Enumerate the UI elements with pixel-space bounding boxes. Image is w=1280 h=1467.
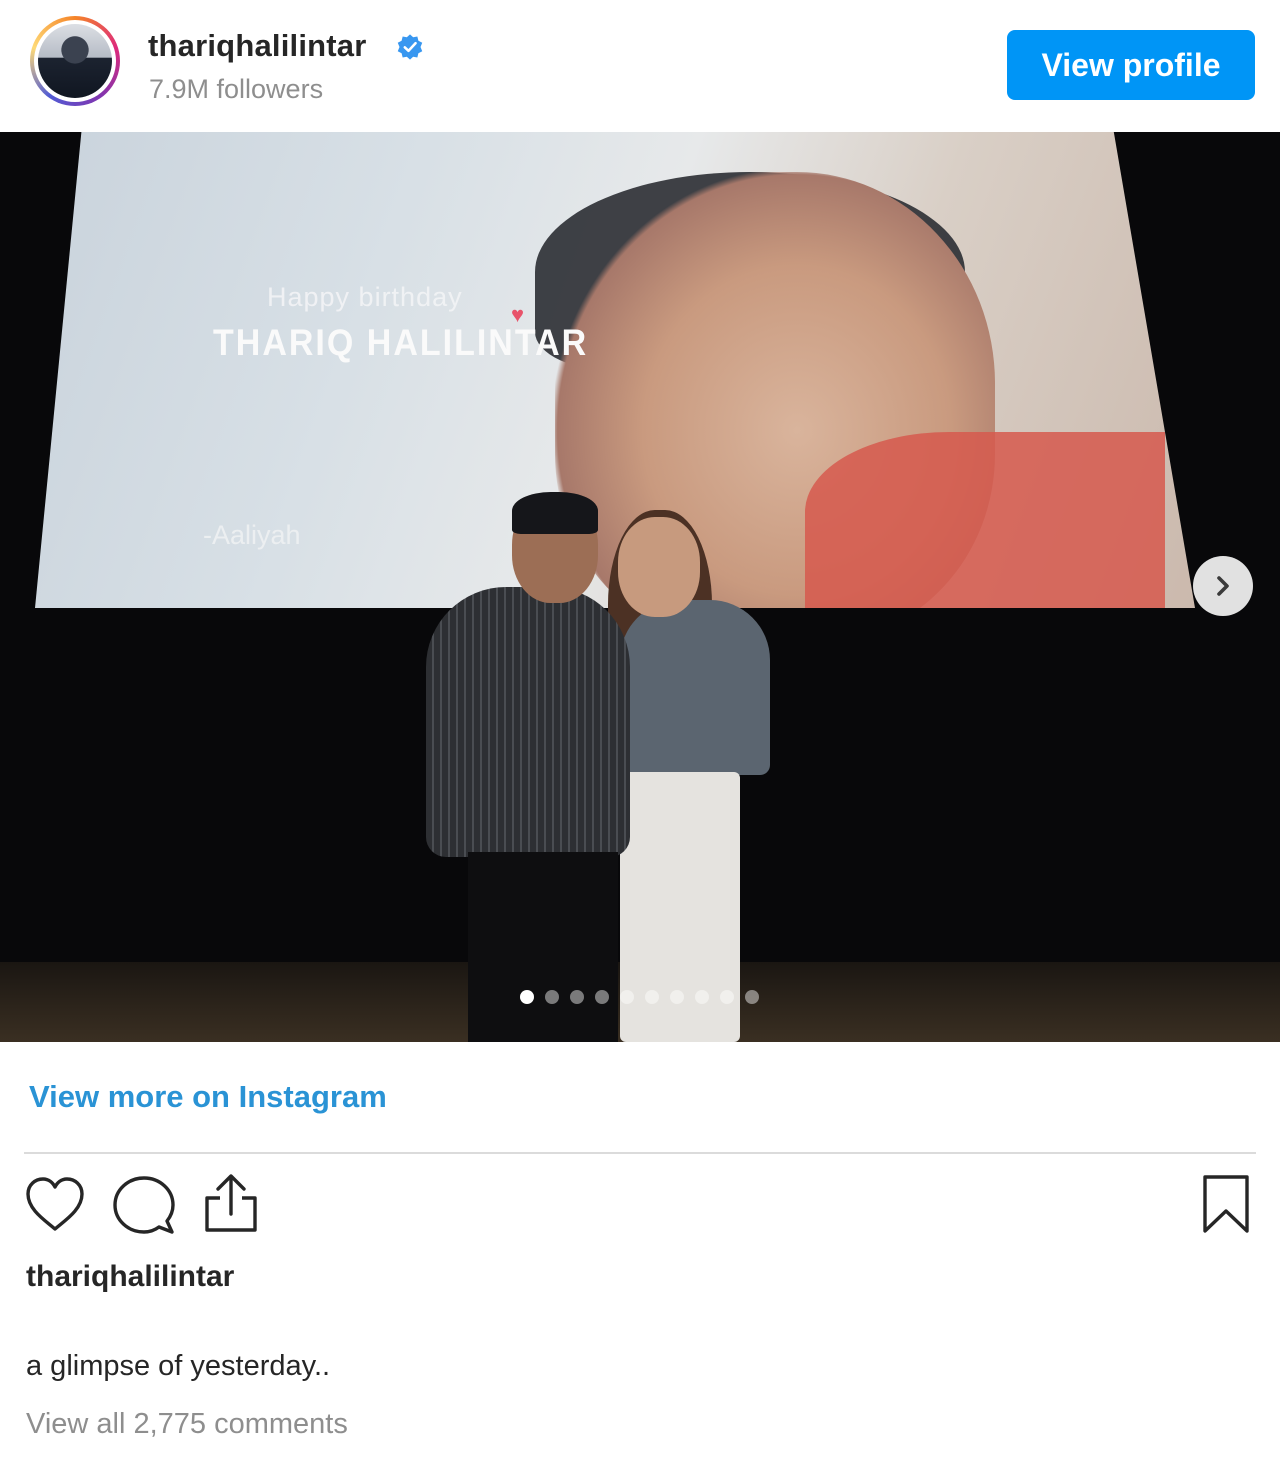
carousel-dot <box>645 990 659 1004</box>
heart-icon[interactable] <box>24 1176 86 1234</box>
post-photo[interactable]: Happy birthday ♥ THARIQ HALILINTAR -Aali… <box>0 132 1280 1042</box>
person-woman <box>620 600 770 775</box>
view-more-link[interactable]: View more on Instagram <box>29 1079 387 1115</box>
carousel-dot <box>720 990 734 1004</box>
carousel-dot <box>520 990 534 1004</box>
follower-count: 7.9M followers <box>149 74 324 104</box>
view-profile-button[interactable]: View profile <box>1007 30 1255 100</box>
screen-greeting: Happy birthday <box>267 282 463 312</box>
person-man <box>426 587 630 857</box>
carousel-indicator <box>520 990 759 1004</box>
divider <box>24 1152 1256 1154</box>
header-username[interactable]: thariqhalilintar <box>148 28 367 64</box>
avatar-image <box>38 24 112 98</box>
caption-username[interactable]: thariqhalilintar <box>26 1260 234 1294</box>
carousel-next-button[interactable] <box>1193 556 1253 616</box>
cinema-screen: Happy birthday ♥ THARIQ HALILINTAR -Aali… <box>35 132 1195 608</box>
screen-name: THARIQ HALILINTAR <box>213 322 589 364</box>
carousel-dot <box>745 990 759 1004</box>
comment-icon[interactable] <box>112 1174 176 1236</box>
carousel-dot <box>695 990 709 1004</box>
view-comments-link[interactable]: View all 2,775 comments <box>26 1408 348 1441</box>
bookmark-icon[interactable] <box>1202 1174 1250 1234</box>
caption-text: a glimpse of yesterday.. <box>26 1350 331 1382</box>
carousel-dot <box>545 990 559 1004</box>
carousel-dot <box>670 990 684 1004</box>
verified-badge-icon <box>397 34 423 60</box>
carousel-dot <box>570 990 584 1004</box>
chevron-right-icon <box>1217 576 1229 596</box>
carousel-dot <box>595 990 609 1004</box>
share-icon[interactable] <box>202 1172 260 1234</box>
post-header: thariqhalilintar 7.9M followers View pro… <box>0 0 1280 132</box>
avatar[interactable] <box>30 16 120 106</box>
screen-signature: -Aaliyah <box>203 520 301 550</box>
carousel-dot <box>620 990 634 1004</box>
